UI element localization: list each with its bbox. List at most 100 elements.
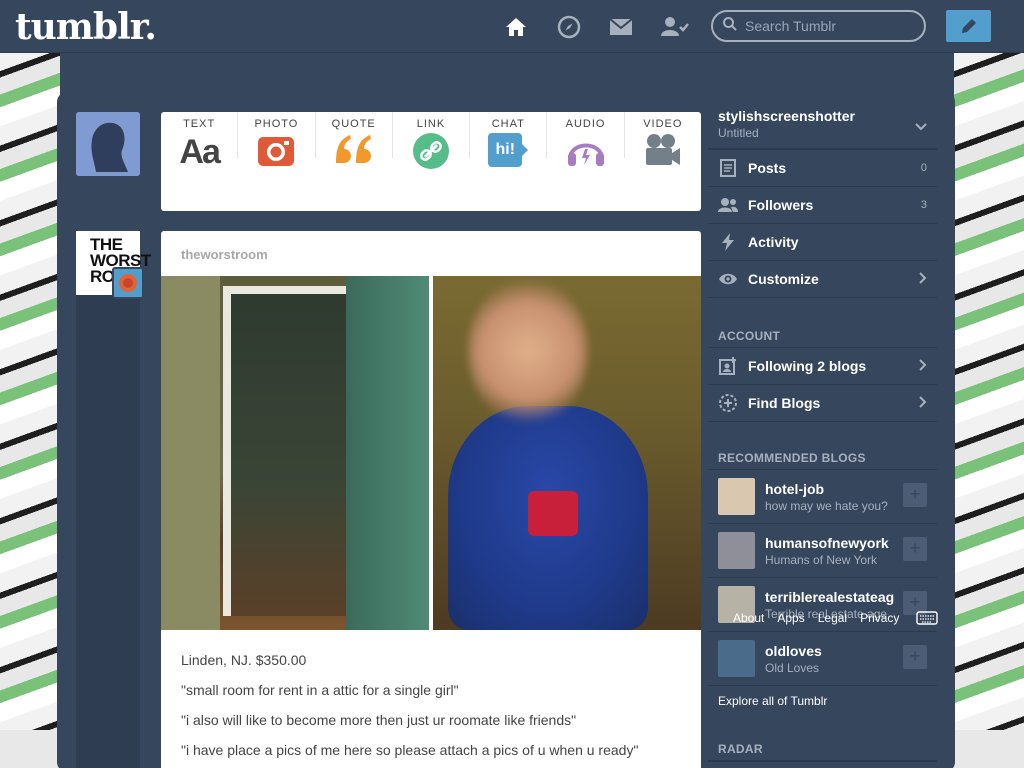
- post-type-label: CHAT: [491, 118, 525, 130]
- blog-title: stylishscreenshotter: [718, 108, 855, 124]
- photo-wall: [346, 276, 429, 630]
- blog-thumbnail: [718, 478, 755, 515]
- post-type-label: AUDIO: [565, 118, 606, 130]
- pencil-icon: [961, 19, 976, 33]
- sidebar-item-count: 0: [920, 162, 927, 174]
- follow-button[interactable]: +: [903, 537, 927, 561]
- post-type-quote[interactable]: QUOTE: [316, 112, 393, 163]
- recommended-blog-name: hotel-job: [765, 480, 825, 497]
- dashboard-post: theworstroom Linden, NJ. $350.00 "small …: [161, 231, 701, 768]
- follow-button[interactable]: +: [903, 483, 927, 507]
- sidebar-item-posts[interactable]: Posts 0: [708, 150, 937, 187]
- video-camera-icon: [644, 133, 682, 167]
- post-avatar-rail: [76, 231, 140, 768]
- find-blogs-icon: [718, 393, 738, 413]
- post-type-label: PHOTO: [254, 118, 299, 130]
- recommended-blog[interactable]: humansofnewyork Humans of New York +: [708, 524, 937, 578]
- post-type-chat[interactable]: CHAT hi!: [470, 112, 548, 167]
- sidebar-item-count: 3: [920, 199, 927, 211]
- radar-item[interactable]: jenna-capon: [708, 762, 937, 768]
- sidebar-item-activity[interactable]: Activity: [708, 224, 937, 261]
- post-type-bar: TEXT Aa PHOTO QUOTE LINK CHAT hi! AUDIO: [161, 112, 701, 211]
- post-type-photo[interactable]: PHOTO: [238, 112, 316, 166]
- sidebar-item-label: Following 2 blogs: [748, 358, 867, 374]
- chevron-right-icon: [919, 271, 927, 287]
- explore-icon[interactable]: [555, 13, 583, 41]
- followers-icon: [718, 197, 738, 213]
- recommended-section-title: RECOMMENDED BLOGS: [708, 422, 937, 470]
- photo-door: [223, 286, 349, 616]
- chevron-down-icon: [915, 118, 927, 134]
- blog-switcher[interactable]: stylishscreenshotter Untitled: [708, 104, 937, 150]
- camera-icon: [257, 133, 295, 167]
- recommended-blog-subtitle: how may we hate you?: [765, 498, 888, 513]
- post-type-audio[interactable]: AUDIO: [547, 112, 625, 166]
- sidebar-item-label: Posts: [748, 160, 787, 176]
- sidebar-item-label: Customize: [748, 271, 819, 287]
- compose-button[interactable]: [946, 10, 991, 42]
- recommended-blog[interactable]: hotel-job how may we hate you? +: [708, 470, 937, 524]
- keyboard-shortcuts-icon[interactable]: [916, 611, 938, 630]
- photo-shirt-logo: [528, 491, 578, 536]
- user-avatar[interactable]: [76, 112, 140, 176]
- recommended-blog[interactable]: oldloves Old Loves +: [708, 632, 937, 686]
- blog-subtitle: Untitled: [718, 126, 759, 140]
- post-line: Linden, NJ. $350.00: [181, 652, 307, 668]
- chat-icon: hi!: [488, 133, 529, 167]
- post-photo-person[interactable]: [433, 276, 701, 630]
- account-icon[interactable]: [660, 13, 690, 41]
- recommended-blog-name: terriblerealestateag: [765, 588, 895, 605]
- post-body: Linden, NJ. $350.00 "small room for rent…: [181, 645, 681, 765]
- post-type-text[interactable]: TEXT Aa: [161, 112, 239, 171]
- inbox-icon[interactable]: [607, 13, 635, 41]
- explore-link[interactable]: Explore all of Tumblr: [708, 686, 937, 722]
- background-art-right: [954, 52, 1024, 768]
- sidebar-item-find-blogs[interactable]: Find Blogs: [708, 385, 937, 422]
- post-line: "i have place a pics of me here so pleas…: [181, 742, 639, 758]
- blog-thumbnail: [718, 640, 755, 677]
- recommended-blog-subtitle: Old Loves: [765, 660, 820, 675]
- text-icon: Aa: [179, 133, 220, 171]
- footer-link-apps[interactable]: Apps: [777, 611, 804, 625]
- post-type-label: LINK: [416, 118, 446, 130]
- tumblr-logo[interactable]: tumblr.: [15, 6, 157, 48]
- chevron-right-icon: [919, 395, 927, 411]
- following-icon: [718, 357, 738, 375]
- footer-link-privacy[interactable]: Privacy: [860, 611, 899, 625]
- posts-icon: [718, 159, 738, 177]
- recommended-blog-name: oldloves: [765, 642, 822, 659]
- photo-blurred-face: [468, 276, 588, 426]
- footer-link-legal[interactable]: Legal: [818, 611, 847, 625]
- reblog-badge: [112, 267, 144, 299]
- top-header: tumblr.: [0, 0, 1024, 53]
- post-type-label: QUOTE: [331, 118, 376, 130]
- headphones-icon: [566, 133, 606, 167]
- post-line: "small room for rent in a attic for a si…: [181, 682, 459, 698]
- account-section-title: ACCOUNT: [708, 298, 937, 348]
- follow-button[interactable]: +: [903, 645, 927, 669]
- link-icon: [412, 133, 449, 169]
- footer-link-about[interactable]: About: [733, 611, 764, 625]
- eye-icon: [718, 272, 738, 286]
- lightning-icon: [718, 233, 738, 251]
- post-line: "i also will like to become more then ju…: [181, 712, 577, 728]
- sidebar-item-following[interactable]: Following 2 blogs: [708, 348, 937, 385]
- sidebar-item-followers[interactable]: Followers 3: [708, 187, 937, 224]
- post-type-label: VIDEO: [643, 118, 683, 130]
- post-type-video[interactable]: VIDEO: [625, 112, 701, 165]
- sidebar-item-customize[interactable]: Customize: [708, 261, 937, 298]
- chevron-right-icon: [919, 358, 927, 374]
- background-art-left: [0, 52, 60, 768]
- search-input[interactable]: [745, 18, 915, 34]
- footer-links: About Apps Legal Privacy: [733, 611, 912, 625]
- search-icon: [723, 16, 737, 36]
- chat-glyph: hi!: [488, 133, 523, 167]
- search-box[interactable]: [711, 10, 926, 42]
- sidebar-item-label: Followers: [748, 197, 814, 213]
- post-blog-name[interactable]: theworstroom: [181, 247, 268, 262]
- post-type-link[interactable]: LINK: [393, 112, 471, 169]
- sidebar: stylishscreenshotter Untitled Posts 0 Fo…: [708, 104, 937, 768]
- sidebar-item-label: Activity: [748, 234, 799, 250]
- home-icon[interactable]: [502, 13, 530, 41]
- post-photo-room[interactable]: [161, 276, 429, 630]
